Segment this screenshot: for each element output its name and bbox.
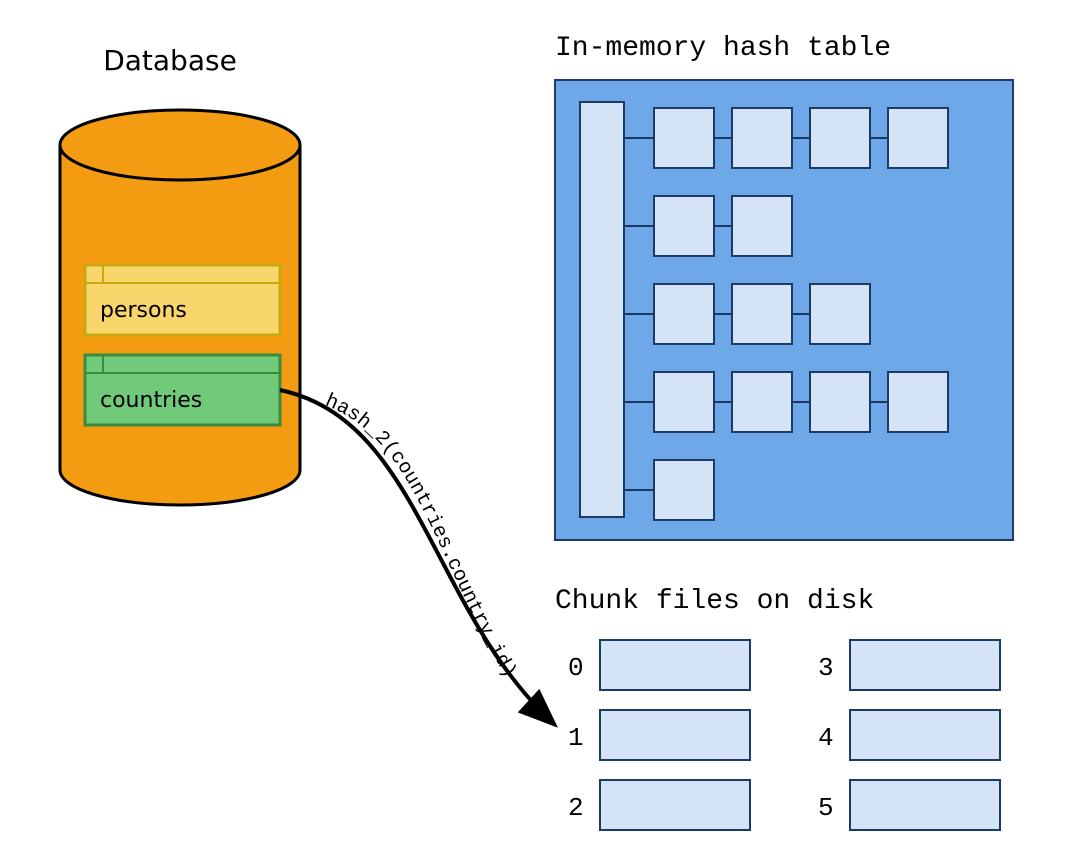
table-persons-label: persons [100, 298, 187, 323]
chunk-file [600, 710, 750, 760]
table-countries-label: countries [100, 388, 202, 413]
chunkfiles-title: Chunk files on disk [555, 586, 874, 617]
hash-node [888, 108, 948, 168]
hash-node [654, 108, 714, 168]
hash-node [654, 284, 714, 344]
svg-text:hash_2(countries.country_id): hash_2(countries.country_id) [322, 390, 521, 682]
hash-node [810, 284, 870, 344]
hashtable-title: In-memory hash table [555, 33, 891, 64]
hash-bucket-bar [580, 102, 624, 517]
chunk-file [600, 640, 750, 690]
hash-node [732, 284, 792, 344]
chunk-grid: 0 1 2 3 4 5 [568, 640, 1000, 830]
hash-node [888, 372, 948, 432]
chunk-label: 1 [568, 723, 584, 753]
hash-node [654, 460, 714, 520]
hash-node [732, 108, 792, 168]
chunk-label: 2 [568, 793, 584, 823]
hash-node [732, 196, 792, 256]
chunk-label: 4 [818, 723, 834, 753]
hash-node [654, 196, 714, 256]
hash-node [810, 372, 870, 432]
database-title: Database [103, 44, 237, 77]
chunk-file [600, 780, 750, 830]
table-persons: persons [85, 265, 280, 335]
hash-node [732, 372, 792, 432]
hash-node [654, 372, 714, 432]
chunk-file [850, 640, 1000, 690]
table-countries: countries [85, 355, 280, 425]
arrow-label: hash_2(countries.country_id) [322, 390, 521, 682]
chunk-label: 0 [568, 653, 584, 683]
chunk-file [850, 780, 1000, 830]
chunk-label: 3 [818, 653, 834, 683]
chunk-file [850, 710, 1000, 760]
chunk-label: 5 [818, 793, 834, 823]
hash-node [810, 108, 870, 168]
